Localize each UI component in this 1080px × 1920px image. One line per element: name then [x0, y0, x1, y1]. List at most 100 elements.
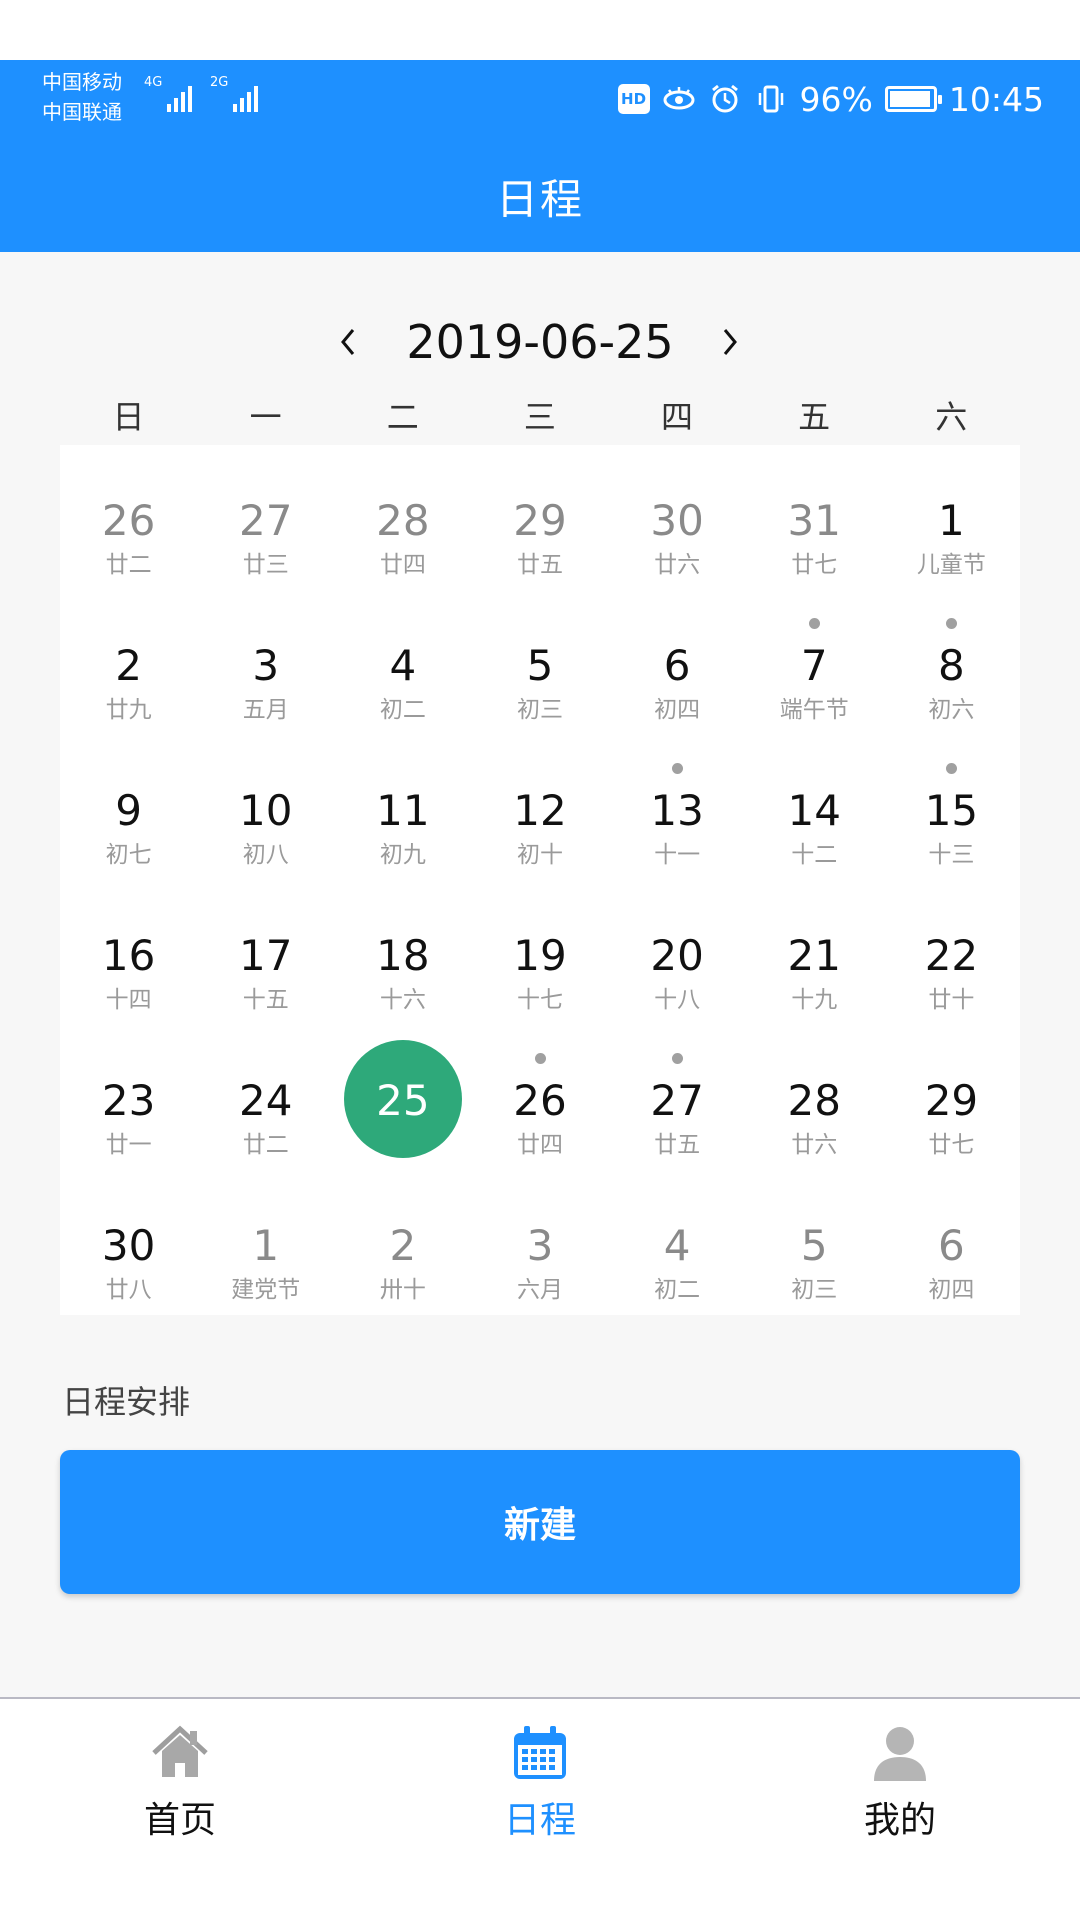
calendar-day[interactable]: 2 廿九: [60, 590, 197, 735]
calendar-day[interactable]: 6 初四: [609, 590, 746, 735]
calendar-day[interactable]: 12 初十: [471, 735, 608, 880]
calendar-day[interactable]: 10 初八: [197, 735, 334, 880]
tab-home[interactable]: 首页: [0, 1699, 360, 1860]
calendar-day[interactable]: 6 初四: [883, 1170, 1020, 1315]
lunar-date: 十四: [105, 987, 152, 1013]
calendar-day-selected[interactable]: 25: [334, 1025, 471, 1170]
date-navigator: 2019-06-25: [0, 302, 1080, 382]
calendar-day[interactable]: 20 十八: [609, 880, 746, 1025]
calendar-day[interactable]: 14 十二: [746, 735, 883, 880]
calendar-day[interactable]: 21 十九: [746, 880, 883, 1025]
weekday-header: 日 一 二 三 四 五 六: [60, 392, 1020, 442]
calendar-day[interactable]: 8 初六: [883, 590, 1020, 735]
page-title: 日程: [495, 174, 584, 224]
network-type-1: 4G: [144, 75, 163, 90]
current-date: 2019-06-25: [406, 315, 674, 369]
calendar-day[interactable]: 28 廿六: [746, 1025, 883, 1170]
battery-percent: 96%: [799, 79, 873, 119]
lunar-date: 十九: [791, 987, 838, 1013]
lunar-date: 初三: [516, 697, 563, 723]
lunar-date: 十三: [928, 842, 975, 868]
app-header: 日程: [0, 140, 1080, 252]
event-dot-icon: [534, 1053, 546, 1064]
calendar-day[interactable]: 7 端午节: [746, 590, 883, 735]
day-number: 4: [663, 1221, 691, 1270]
calendar-day[interactable]: 22 廿十: [883, 880, 1020, 1025]
weekday-tue: 二: [386, 398, 419, 436]
day-number: 2: [115, 641, 142, 690]
day-number: 23: [101, 1076, 156, 1125]
lunar-date: 廿七: [928, 1132, 975, 1158]
hd-icon: HD: [617, 84, 650, 114]
calendar-day[interactable]: 31 廿七: [746, 445, 883, 590]
calendar-day[interactable]: 16 十四: [60, 880, 197, 1025]
calendar-day[interactable]: 27 廿三: [197, 445, 334, 590]
calendar-day[interactable]: 3 六月: [471, 1170, 608, 1315]
calendar-day[interactable]: 28 廿四: [334, 445, 471, 590]
calendar-day[interactable]: 9 初七: [60, 735, 197, 880]
day-number: 28: [787, 1076, 841, 1125]
lunar-date: 十一: [654, 842, 701, 868]
calendar-day[interactable]: 15 十三: [883, 735, 1020, 880]
lunar-date: 初七: [105, 842, 152, 868]
day-number: 18: [376, 931, 430, 980]
day-number: 27: [650, 1076, 704, 1125]
user-icon: [874, 1727, 926, 1781]
calendar-day[interactable]: 26 廿二: [60, 445, 197, 590]
calendar-icon: [514, 1726, 566, 1779]
calendar-day[interactable]: 3 五月: [197, 590, 334, 735]
calendar-day[interactable]: 13 十一: [609, 735, 746, 880]
day-number: 16: [101, 931, 156, 980]
day-number: 11: [376, 786, 430, 835]
lunar-date: 五月: [242, 697, 289, 723]
calendar-day[interactable]: 2 卅十: [334, 1170, 471, 1315]
calendar-day[interactable]: 30 廿八: [60, 1170, 197, 1315]
lunar-date: 卅十: [379, 1277, 426, 1303]
day-number: 21: [787, 931, 841, 980]
calendar-day[interactable]: 27 廿五: [609, 1025, 746, 1170]
calendar-day[interactable]: 30 廿六: [609, 445, 746, 590]
day-number: 12: [513, 786, 567, 835]
calendar-day[interactable]: 4 初二: [609, 1170, 746, 1315]
lunar-date: 廿八: [105, 1277, 152, 1303]
lunar-date: 廿九: [105, 697, 152, 723]
lunar-date: 初二: [379, 697, 426, 723]
lunar-date: 儿童节: [916, 552, 986, 578]
calendar-day[interactable]: 19 十七: [471, 880, 608, 1025]
tab-schedule[interactable]: 日程: [360, 1699, 720, 1860]
calendar-day[interactable]: 11 初九: [334, 735, 471, 880]
calendar-day[interactable]: 29 廿七: [883, 1025, 1020, 1170]
calendar-day[interactable]: 1 儿童节: [883, 445, 1020, 590]
calendar-day[interactable]: 24 廿二: [197, 1025, 334, 1170]
day-number: 2: [389, 1221, 417, 1270]
new-schedule-button[interactable]: 新建: [60, 1450, 1020, 1594]
lunar-date: 廿十: [928, 987, 975, 1013]
tab-mine[interactable]: 我的: [720, 1699, 1080, 1860]
calendar-day[interactable]: 23 廿一: [60, 1025, 197, 1170]
lunar-date: 十八: [654, 987, 701, 1013]
lunar-date: 廿六: [654, 552, 701, 578]
calendar-day[interactable]: 4 初二: [334, 590, 471, 735]
calendar-day[interactable]: 5 初三: [471, 590, 608, 735]
weekday-sun: 日: [112, 398, 145, 436]
calendar-day[interactable]: 26 廿四: [471, 1025, 608, 1170]
weekday-sat: 六: [935, 398, 968, 436]
lunar-date: 廿三: [242, 552, 289, 578]
calendar-day[interactable]: 1 建党节: [197, 1170, 334, 1315]
calendar-day[interactable]: 29 廿五: [471, 445, 608, 590]
lunar-date: 十六: [379, 987, 426, 1013]
tab-mine-label: 我的: [863, 1800, 936, 1841]
network-type-2: 2G: [210, 75, 229, 90]
calendar-day[interactable]: 5 初三: [746, 1170, 883, 1315]
event-dot-icon: [946, 763, 958, 774]
calendar-day[interactable]: 17 十五: [197, 880, 334, 1025]
day-number: 30: [101, 1221, 156, 1270]
status-icons: HD 96% 10:45: [617, 76, 1044, 122]
next-month-button[interactable]: [702, 314, 758, 370]
calendar-day[interactable]: 18 十六: [334, 880, 471, 1025]
day-number: 29: [513, 496, 567, 545]
weekday-mon: 一: [249, 398, 282, 436]
day-number: 15: [924, 786, 979, 835]
day-number: 22: [924, 931, 979, 980]
day-number: 26: [101, 496, 156, 545]
